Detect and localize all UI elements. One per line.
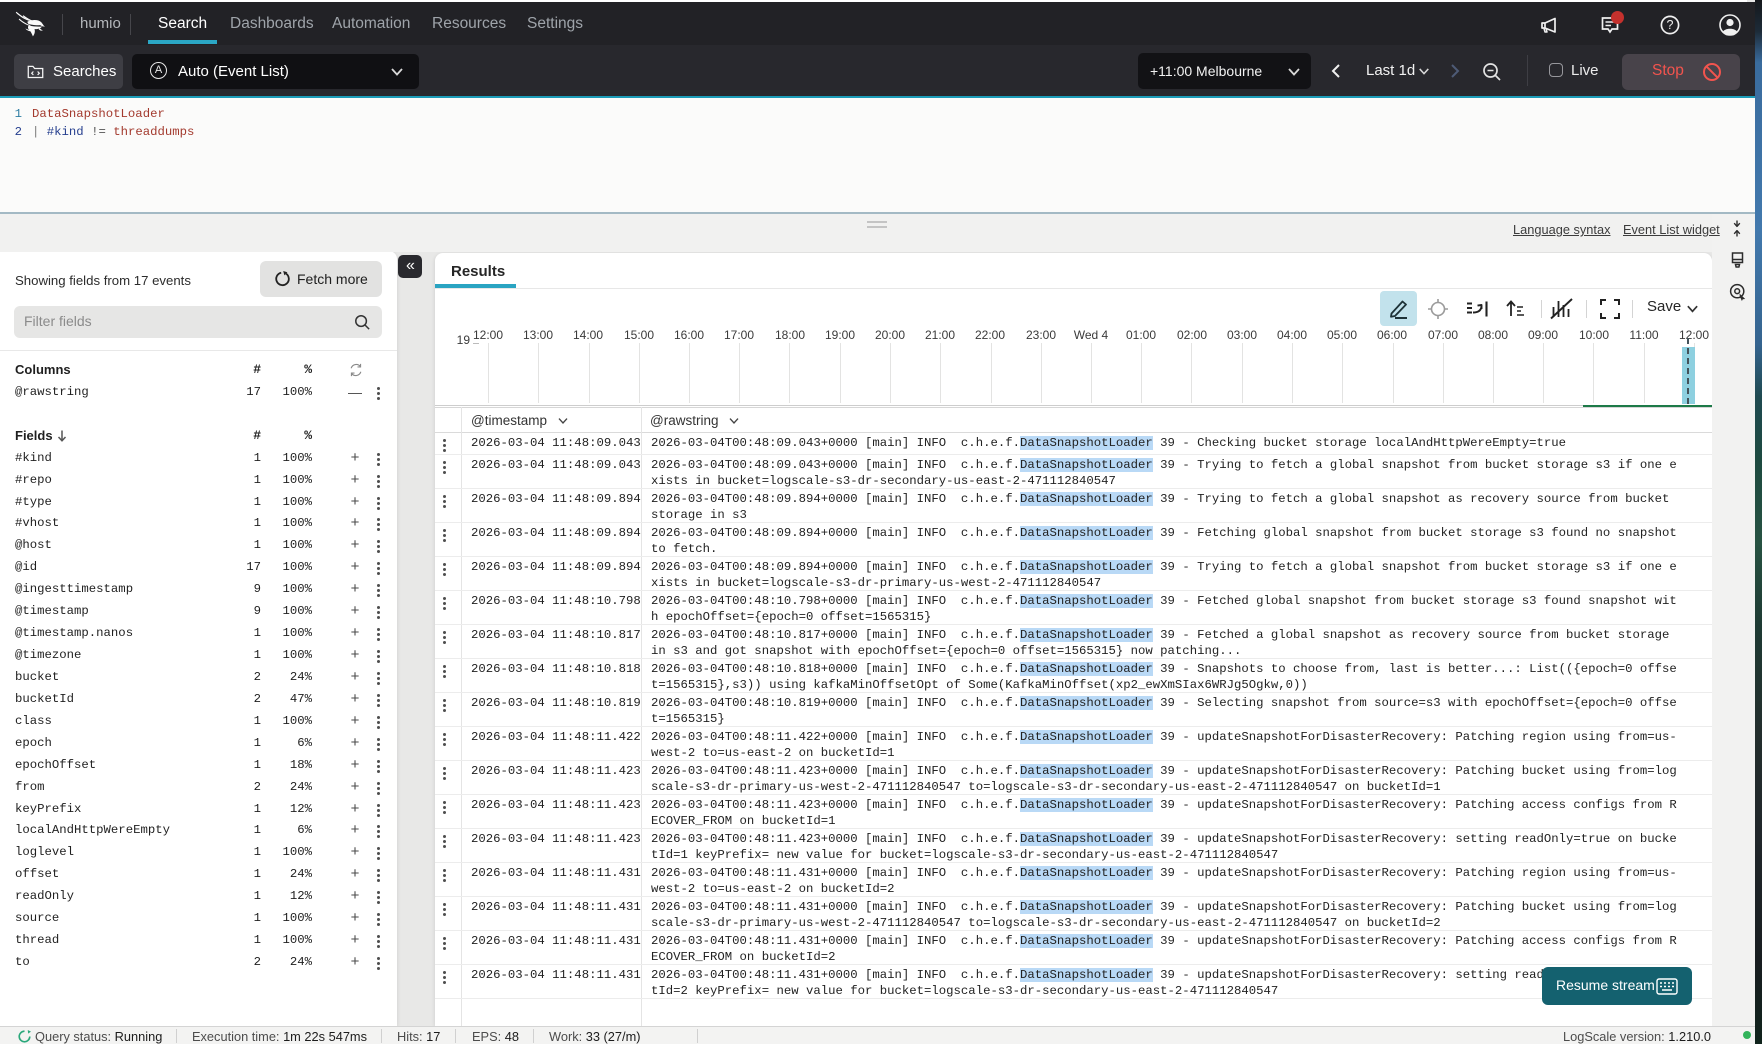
svg-text:?: ? bbox=[1667, 18, 1674, 32]
